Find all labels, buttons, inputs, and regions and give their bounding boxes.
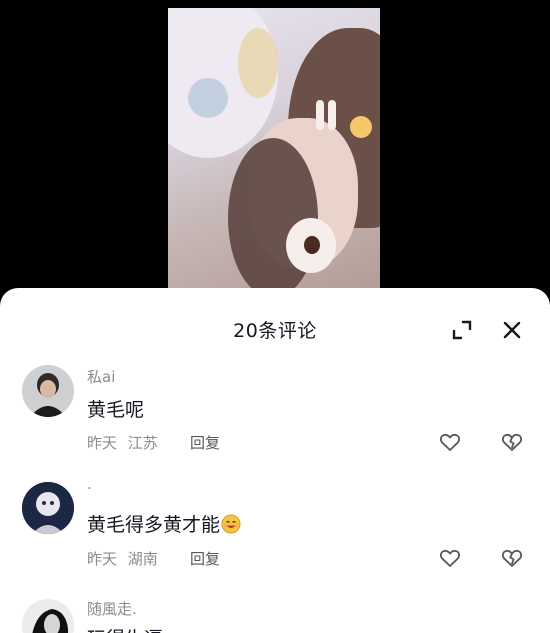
comment-text-content: 黄毛得多黄才能 xyxy=(87,514,221,536)
comment-text[interactable]: 黄毛得多黄才能 xyxy=(87,510,241,537)
broken-heart-icon[interactable] xyxy=(500,546,524,570)
comment-time: 昨天 xyxy=(87,550,118,568)
hair-clip xyxy=(316,100,324,130)
comment-item: . 黄毛得多黄才能 昨天 湖南 回复 xyxy=(0,475,550,591)
reply-button[interactable]: 回复 xyxy=(190,432,220,453)
comment-username[interactable]: 随風走. xyxy=(87,598,137,619)
flower-clip xyxy=(350,116,372,138)
comment-username[interactable]: . xyxy=(87,475,92,493)
expand-icon[interactable] xyxy=(448,316,476,344)
avatar[interactable] xyxy=(22,482,74,534)
pillow-pattern xyxy=(188,78,228,118)
comments-sheet: 20条评论 私ai 黄毛呢 昨天 江苏 回复 . 黄毛得多黄才能 昨天 湖南 回… xyxy=(0,288,550,633)
comments-header: 20条评论 xyxy=(0,288,550,366)
comment-text[interactable]: 黄毛呢 xyxy=(87,395,144,422)
comment-location: 湖南 xyxy=(127,550,158,568)
avatar[interactable] xyxy=(22,599,74,633)
dog-filter-nose-tip xyxy=(304,236,320,254)
comment-item: 私ai 黄毛呢 昨天 江苏 回复 xyxy=(0,364,550,474)
video-player[interactable] xyxy=(0,0,550,300)
smiling-emoji-icon xyxy=(221,514,241,534)
hair-clip xyxy=(328,100,336,130)
comment-meta: 昨天 湖南 xyxy=(87,548,158,569)
comment-time: 昨天 xyxy=(87,434,118,452)
avatar[interactable] xyxy=(22,365,74,417)
heart-icon[interactable] xyxy=(438,546,462,570)
pillow-pattern xyxy=(238,28,278,98)
reply-button[interactable]: 回复 xyxy=(190,548,220,569)
comment-text[interactable]: 玩得生逼 xyxy=(87,624,163,633)
broken-heart-icon[interactable] xyxy=(500,430,524,454)
comment-meta: 昨天 江苏 xyxy=(87,432,158,453)
comment-location: 江苏 xyxy=(127,434,158,452)
heart-icon[interactable] xyxy=(438,430,462,454)
video-frame xyxy=(168,8,380,300)
comment-username[interactable]: 私ai xyxy=(87,366,115,387)
close-icon[interactable] xyxy=(498,316,526,344)
comment-item: 随風走. 玩得生逼 xyxy=(0,598,550,633)
